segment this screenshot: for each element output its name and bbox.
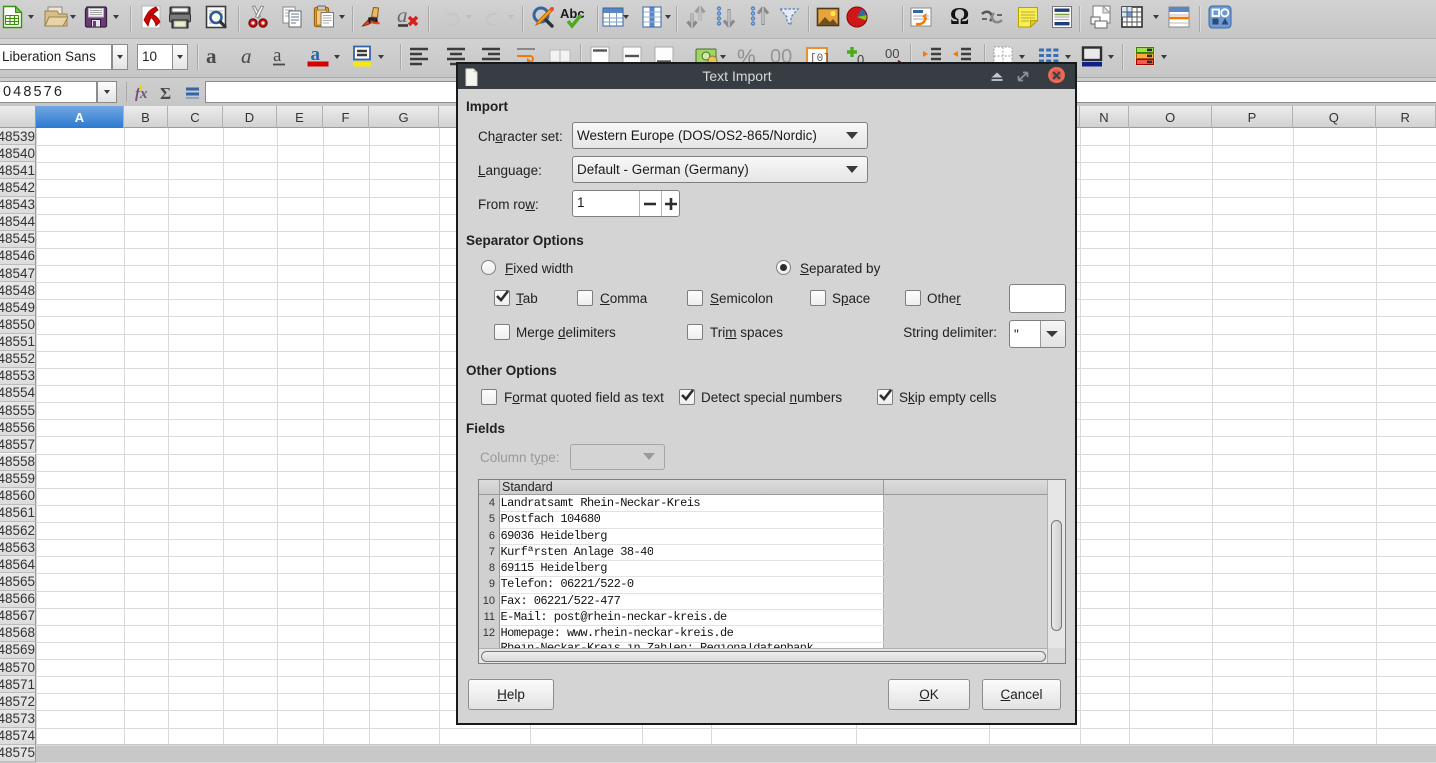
svg-text:a: a	[206, 44, 217, 68]
svg-text:fx: fx	[135, 86, 148, 102]
svg-text:Σ: Σ	[160, 84, 171, 101]
svg-text:a: a	[397, 5, 408, 27]
svg-text:a: a	[273, 45, 282, 66]
svg-text:Ω: Ω	[950, 5, 969, 29]
svg-text:00: 00	[885, 46, 899, 61]
svg-text:Abc: Abc	[560, 6, 584, 21]
svg-text:a: a	[241, 44, 252, 68]
